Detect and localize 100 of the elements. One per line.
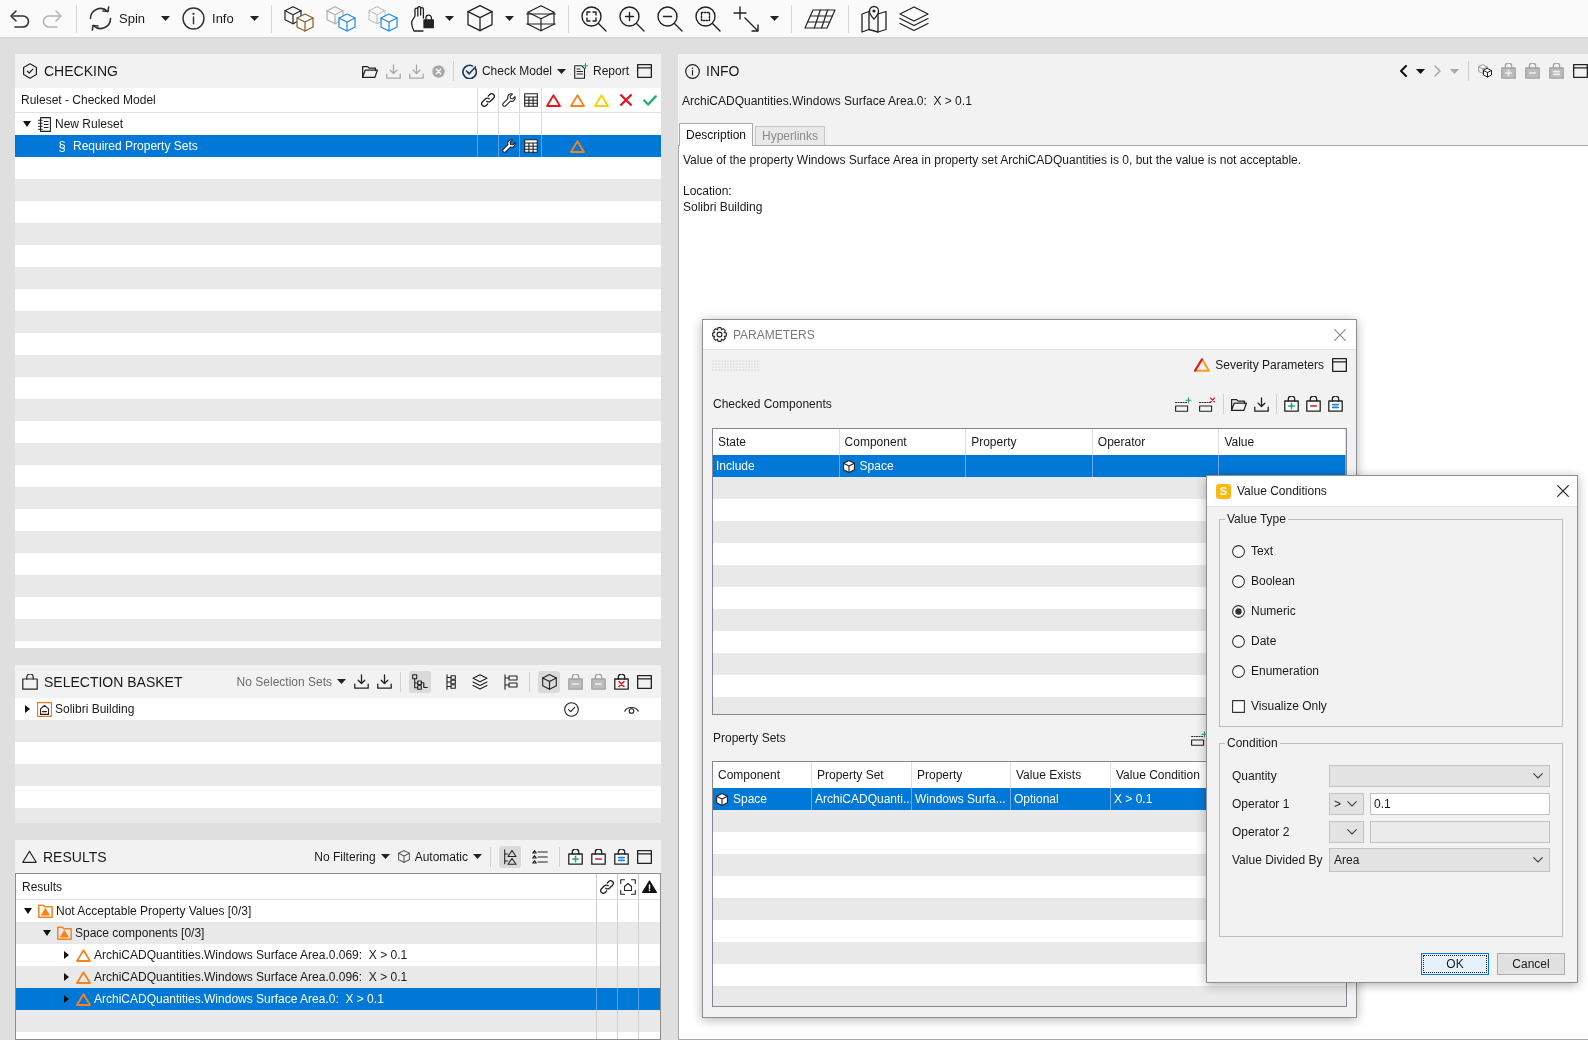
basket-plus-icon[interactable] <box>568 848 583 865</box>
caret-down-icon[interactable] <box>24 908 32 914</box>
close-icon[interactable] <box>1557 485 1569 497</box>
caret-icon[interactable] <box>1416 68 1425 74</box>
crosshair-arrow-icon[interactable] <box>732 5 759 32</box>
panel-title: CHECKING <box>44 63 118 79</box>
rule-row[interactable]: § Required Property Sets <box>15 135 661 157</box>
radio-button[interactable] <box>1232 544 1245 558</box>
document-plus-icon <box>573 63 588 79</box>
ok-button[interactable]: OK <box>1421 953 1489 975</box>
zoom-selection-icon[interactable] <box>694 5 721 32</box>
caret-right-icon[interactable] <box>63 951 69 959</box>
column-header: Operator <box>1097 435 1146 449</box>
caret-icon[interactable] <box>337 679 346 684</box>
filter-dropdown[interactable]: No Filtering <box>314 849 390 864</box>
cancel-button[interactable]: Cancel <box>1497 953 1565 975</box>
maximize-icon[interactable] <box>637 64 652 78</box>
result-row[interactable]: Not Acceptable Property Values [0/3] <box>16 900 660 922</box>
rotate-icon <box>89 6 112 31</box>
warning-icon <box>570 93 585 107</box>
add-row-icon[interactable] <box>1175 396 1192 412</box>
house-icon <box>36 701 52 717</box>
tab[interactable]: Description <box>679 123 754 146</box>
section-box-icon[interactable] <box>525 5 556 32</box>
selection-sets-dropdown[interactable]: No Selection Sets <box>236 674 346 689</box>
info-icon <box>182 7 206 30</box>
link-icon <box>600 879 614 894</box>
caret-icon[interactable] <box>769 16 779 21</box>
folder-open-icon[interactable] <box>1231 397 1247 411</box>
radio-button[interactable] <box>1232 664 1245 678</box>
basket-minus-icon[interactable] <box>591 848 606 865</box>
maximize-icon[interactable] <box>637 674 652 689</box>
cubes-icon[interactable] <box>1478 64 1492 78</box>
basket-cross-icon[interactable] <box>614 673 629 690</box>
check-circle-icon[interactable] <box>563 701 579 717</box>
cube-icon[interactable] <box>465 5 494 32</box>
zoom-fit-icon[interactable] <box>580 5 607 32</box>
radio-button[interactable] <box>1232 574 1245 588</box>
basket-equals-icon[interactable] <box>614 848 629 865</box>
value-field[interactable]: 0.1 <box>1370 793 1550 815</box>
maximize-icon[interactable] <box>637 849 652 864</box>
app-logo: S <box>1216 483 1231 499</box>
hand-lock-icon[interactable] <box>409 5 434 32</box>
caret-icon[interactable] <box>444 16 454 21</box>
column-header: Property <box>917 768 963 782</box>
mode-dropdown[interactable]: Automatic <box>397 849 482 864</box>
map-pin-icon[interactable] <box>860 4 887 33</box>
operator-dropdown[interactable]: > <box>1329 793 1364 815</box>
table-cell: Optional <box>1014 792 1059 806</box>
caret-down-icon[interactable] <box>43 930 51 936</box>
panel-title: SELECTION BASKET <box>44 673 183 690</box>
result-row[interactable]: ArchiCADQuantities.Windows Surface Area.0.069: X > 0.1 <box>16 944 660 966</box>
result-row[interactable]: ArchiCADQuantities.Windows Surface Area.0: X > 0.1 <box>16 988 660 1010</box>
cubes-icon[interactable] <box>283 5 314 32</box>
radio-button[interactable] <box>1232 604 1245 618</box>
spin-button[interactable]: Spin <box>89 6 171 31</box>
basket-equals-icon[interactable] <box>1328 396 1343 412</box>
folder-open-icon[interactable] <box>361 64 378 78</box>
caret-right-icon[interactable] <box>63 973 69 981</box>
tree-row[interactable]: Solibri Building <box>15 698 661 720</box>
severity-parameters-button[interactable]: Severity Parameters <box>1194 358 1324 372</box>
check-model-button[interactable]: Check Model <box>461 63 566 79</box>
maximize-icon[interactable] <box>1332 358 1347 372</box>
report-button[interactable]: Report <box>573 63 629 79</box>
undo-icon[interactable] <box>8 8 30 29</box>
result-row[interactable]: Space components [0/3] <box>16 922 660 944</box>
table-row[interactable]: Include Space <box>713 455 1346 477</box>
caret-icon[interactable] <box>161 16 171 21</box>
caret-right-icon[interactable] <box>24 705 30 713</box>
download-icon[interactable] <box>377 674 392 689</box>
download-icon[interactable] <box>354 674 369 689</box>
check-icon <box>642 94 657 106</box>
caret-icon[interactable] <box>504 16 514 21</box>
table-cell: ArchiCADQuanti... <box>815 792 911 806</box>
caret-icon[interactable] <box>249 16 259 21</box>
download-icon[interactable] <box>1254 396 1269 412</box>
issue-title: ArchiCADQuantities.Windows Surface Area.0: X > 0.1 <box>682 94 972 108</box>
checkbox[interactable] <box>1232 699 1245 713</box>
remove-row-icon[interactable] <box>1199 396 1216 412</box>
basket-minus-icon[interactable] <box>1306 396 1321 412</box>
eye-icon[interactable] <box>623 704 639 714</box>
caret-down-icon[interactable] <box>23 121 31 127</box>
basket-plus-icon[interactable] <box>1284 396 1299 412</box>
grid-plane-icon[interactable] <box>803 8 836 29</box>
view-toggle[interactable] <box>499 845 521 868</box>
model-toggle[interactable] <box>538 670 560 693</box>
view-toggle[interactable] <box>409 670 431 693</box>
dropdown[interactable]: Area <box>1329 848 1550 872</box>
info-button[interactable]: Info <box>182 7 259 30</box>
layers-icon[interactable] <box>898 5 929 32</box>
radio-button[interactable] <box>1232 634 1245 648</box>
chevron-left-icon[interactable] <box>1400 65 1407 77</box>
maximize-icon[interactable] <box>1573 64 1588 78</box>
caret-icon[interactable] <box>473 854 482 859</box>
link-icon <box>481 93 495 107</box>
caret-icon[interactable] <box>380 854 390 859</box>
add-row-icon[interactable] <box>1191 730 1208 746</box>
zoom-in-icon[interactable] <box>618 5 645 32</box>
zoom-out-icon[interactable] <box>656 5 683 32</box>
caret-icon[interactable] <box>556 68 566 74</box>
